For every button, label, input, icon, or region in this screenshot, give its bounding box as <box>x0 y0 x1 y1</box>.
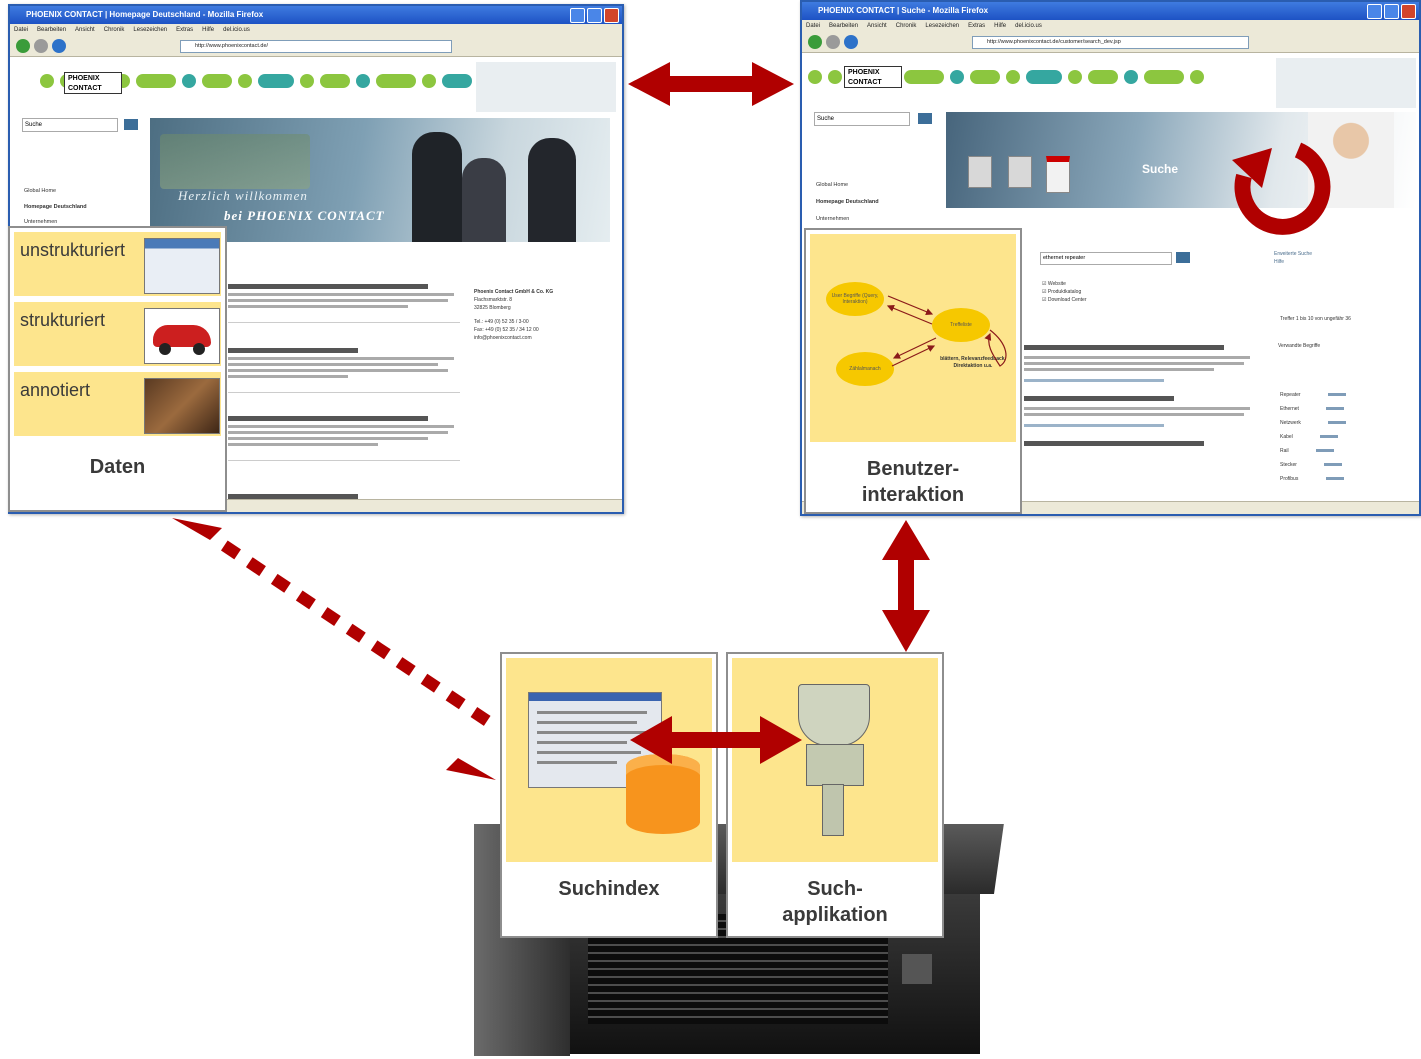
connection-arrows <box>172 62 1331 780</box>
data-index-dotted-arrow <box>172 518 496 780</box>
index-app-double-arrow <box>630 716 802 764</box>
refresh-cycle-icon <box>1232 142 1331 235</box>
interaction-app-double-arrow <box>882 520 930 652</box>
windows-double-arrow <box>628 62 794 106</box>
